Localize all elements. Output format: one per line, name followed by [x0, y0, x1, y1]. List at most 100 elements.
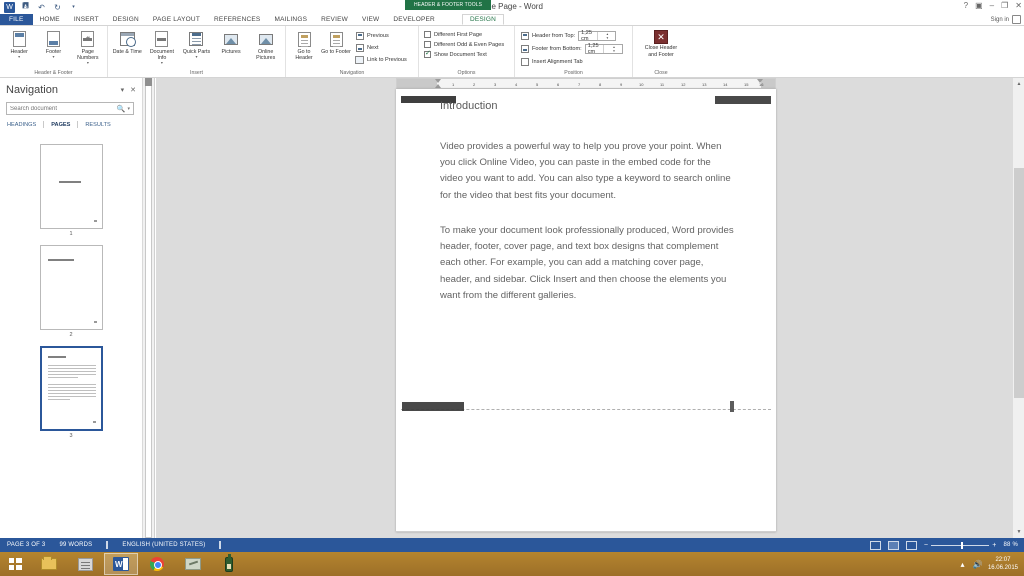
page-thumbnail-3[interactable] [39, 346, 103, 431]
clock[interactable]: 22:07 16.06.2015 [988, 556, 1018, 572]
read-mode-view-button[interactable] [869, 540, 881, 550]
tab-mailings[interactable]: MAILINGS [267, 14, 314, 25]
word-taskbar-icon[interactable]: W [104, 553, 138, 575]
tab-references[interactable]: REFERENCES [207, 14, 267, 25]
zoom-out-button[interactable]: − [924, 542, 928, 549]
vertical-ruler[interactable] [143, 78, 155, 538]
tab-design[interactable]: DESIGN [106, 14, 146, 25]
tab-header-footer-design[interactable]: DESIGN [461, 14, 505, 25]
footer-from-bottom-spinner[interactable]: 1,25 cm ▴ ▾ [584, 43, 623, 55]
show-document-text-checkbox[interactable]: Show Document Text [422, 50, 489, 59]
word-icon[interactable]: W [4, 1, 15, 13]
online-pictures-button[interactable]: Online Pictures [249, 28, 282, 61]
zoom-slider[interactable]: − + [924, 541, 997, 549]
page-thumbnails-list[interactable]: 1 2 3 [0, 136, 142, 538]
search-icon[interactable]: 🔍 [117, 105, 126, 113]
zoom-level-label[interactable]: 88 % [1004, 542, 1018, 548]
vertical-scrollbar[interactable]: ▲ ▼ [1012, 78, 1024, 538]
thumbnail-item[interactable]: 2 [0, 245, 142, 338]
scroll-down-arrow-icon[interactable]: ▼ [1013, 526, 1024, 538]
page-numbers-button[interactable]: # Page Numbers ▾ [72, 28, 104, 65]
pictures-button[interactable]: Pictures [215, 28, 248, 55]
tab-home[interactable]: HOME [33, 14, 67, 25]
header-button[interactable]: Header ▾ [3, 28, 35, 59]
zoom-in-button[interactable]: + [992, 542, 996, 549]
zoom-knob[interactable] [961, 541, 964, 549]
page-thumbnail-2[interactable] [39, 245, 103, 330]
link-to-previous-button[interactable]: Link to Previous [353, 54, 410, 65]
tab-view[interactable]: VIEW [355, 14, 386, 25]
spinner-arrows-icon[interactable]: ▴ ▾ [603, 45, 622, 53]
status-word-count[interactable]: 99 WORDS [52, 542, 99, 548]
search-input[interactable] [10, 105, 117, 112]
restore-icon[interactable]: ❐ [1001, 0, 1008, 12]
ribbon-display-options-icon[interactable]: ▣ [975, 0, 983, 12]
horizontal-ruler[interactable]: 1 2 3 4 5 6 7 8 9 10 11 12 13 14 15 16 [396, 78, 776, 89]
proofing-errors-icon[interactable] [99, 541, 115, 549]
page-thumbnail-1[interactable] [39, 144, 103, 229]
undo-icon[interactable]: ↶ [36, 2, 47, 13]
nav-tab-pages[interactable]: PAGES [44, 122, 77, 128]
show-hidden-icons[interactable]: ▴ [958, 560, 967, 569]
document-page[interactable]: Introduction Video provides a powerful w… [396, 89, 776, 532]
scroll-up-arrow-icon[interactable]: ▲ [1013, 78, 1024, 90]
document-paragraph-1[interactable]: Video provides a powerful way to help yo… [440, 139, 736, 204]
paint-icon[interactable] [176, 553, 210, 575]
print-layout-view-button[interactable] [887, 540, 899, 550]
spinner-arrows-icon[interactable]: ▴ ▾ [596, 32, 616, 40]
quick-access-toolbar[interactable]: W 🖪 ↶ ↻ ▾ [0, 1, 79, 13]
different-odd-even-pages-checkbox[interactable]: Different Odd & Even Pages [422, 40, 506, 49]
volume-icon[interactable]: 🔊 [972, 560, 982, 569]
save-icon[interactable]: 🖪 [20, 1, 31, 13]
document-info-button[interactable]: Document Info ▾ [146, 28, 179, 65]
sign-in-label[interactable]: Sign in [991, 17, 1009, 23]
chrome-icon[interactable] [140, 553, 174, 575]
start-button[interactable] [0, 552, 30, 576]
document-heading[interactable]: Introduction [440, 100, 497, 112]
store-icon[interactable] [68, 553, 102, 575]
file-explorer-icon[interactable] [32, 553, 66, 575]
minimize-icon[interactable]: – [990, 0, 994, 12]
nav-tab-headings[interactable]: HEADINGS [6, 122, 43, 128]
scrollbar-thumb[interactable] [1014, 168, 1024, 398]
date-time-button[interactable]: Date & Time [111, 28, 144, 55]
thumbnail-item[interactable]: 3 [0, 346, 142, 439]
close-header-and-footer-button[interactable]: ✕ Close Header and Footer [639, 28, 683, 58]
bottle-app-icon[interactable] [212, 553, 246, 575]
macro-recording-icon[interactable] [212, 541, 228, 549]
tab-review[interactable]: REVIEW [314, 14, 355, 25]
quick-parts-button[interactable]: Quick Parts ▾ [180, 28, 213, 59]
search-document-box[interactable]: 🔍 ▾ [6, 102, 134, 115]
web-layout-view-button[interactable] [905, 540, 917, 550]
close-pane-icon[interactable]: ✕ [130, 86, 136, 94]
status-page-info[interactable]: PAGE 3 OF 3 [0, 542, 52, 548]
tab-page-layout[interactable]: PAGE LAYOUT [146, 14, 207, 25]
go-to-header-button[interactable]: Go to Header [289, 28, 319, 61]
pane-options-icon[interactable]: ▾ [121, 86, 125, 94]
tab-file[interactable]: FILE [0, 14, 33, 25]
footer-button[interactable]: Footer ▾ [37, 28, 69, 59]
right-indent-marker-icon[interactable] [757, 79, 763, 83]
status-language[interactable]: ENGLISH (UNITED STATES) [115, 542, 212, 548]
zoom-track[interactable] [931, 541, 990, 549]
page-numbers-caret-icon[interactable]: ▾ [87, 61, 89, 65]
customize-qat-icon[interactable]: ▾ [68, 2, 79, 13]
thumbnail-item[interactable]: 1 [0, 144, 142, 237]
account-avatar-icon[interactable] [1012, 15, 1021, 24]
next-button[interactable]: Next [353, 42, 410, 53]
header-caret-icon[interactable]: ▾ [18, 55, 20, 59]
left-indent-marker-icon[interactable] [435, 79, 441, 83]
document-paragraph-2[interactable]: To make your document look professionall… [440, 223, 736, 304]
tab-insert[interactable]: INSERT [67, 14, 106, 25]
different-first-page-checkbox[interactable]: Different First Page [422, 30, 484, 39]
first-line-indent-marker-icon[interactable] [435, 84, 441, 88]
tab-developer[interactable]: DEVELOPER [386, 14, 442, 25]
go-to-footer-button[interactable]: Go to Footer [321, 28, 351, 55]
footer-from-bottom-field[interactable]: Footer from Bottom: 1,25 cm ▴ ▾ [518, 43, 625, 55]
help-icon[interactable]: ? [964, 0, 968, 12]
header-from-top-spinner[interactable]: 1,25 cm ▴ ▾ [578, 30, 617, 42]
document-info-caret-icon[interactable]: ▾ [161, 61, 163, 65]
quick-parts-caret-icon[interactable]: ▾ [195, 55, 197, 59]
search-dropdown-icon[interactable]: ▾ [127, 106, 130, 112]
previous-button[interactable]: Previous [353, 30, 410, 41]
